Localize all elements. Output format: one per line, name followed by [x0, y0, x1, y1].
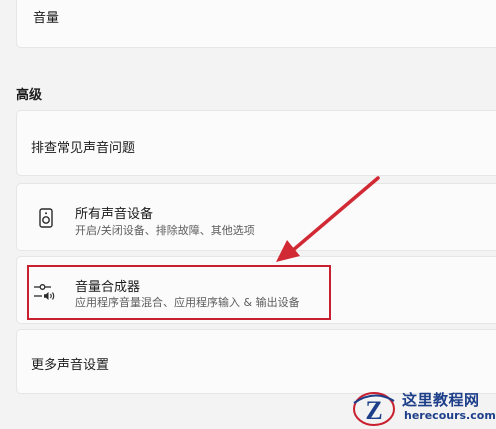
- troubleshoot-sound-item[interactable]: 排查常见声音问题: [16, 110, 496, 176]
- more-sound-settings-label: 更多声音设置: [31, 358, 110, 373]
- speaker-device-icon: [35, 207, 57, 229]
- troubleshoot-sound-label: 排查常见声音问题: [31, 141, 136, 156]
- svg-text:Z: Z: [365, 396, 382, 425]
- annotation-highlight-box: [27, 265, 331, 320]
- volume-card[interactable]: 音量: [16, 0, 496, 48]
- advanced-section-header: 高级: [16, 88, 43, 103]
- all-sound-devices-item[interactable]: 所有声音设备 开启/关闭设备、排除故障、其他选项: [16, 183, 496, 251]
- more-sound-settings-item[interactable]: 更多声音设置: [16, 329, 496, 394]
- watermark-z-icon: Z: [353, 392, 395, 426]
- all-sound-devices-title: 所有声音设备: [75, 207, 154, 222]
- volume-label: 音量: [33, 11, 60, 26]
- all-sound-devices-subtitle: 开启/关闭设备、排除故障、其他选项: [75, 224, 255, 237]
- watermark-title: 这里教程网: [402, 391, 480, 409]
- watermark-url: herecours.com: [404, 409, 496, 422]
- watermark-logo: Z 这里教程网 herecours.com: [350, 387, 496, 429]
